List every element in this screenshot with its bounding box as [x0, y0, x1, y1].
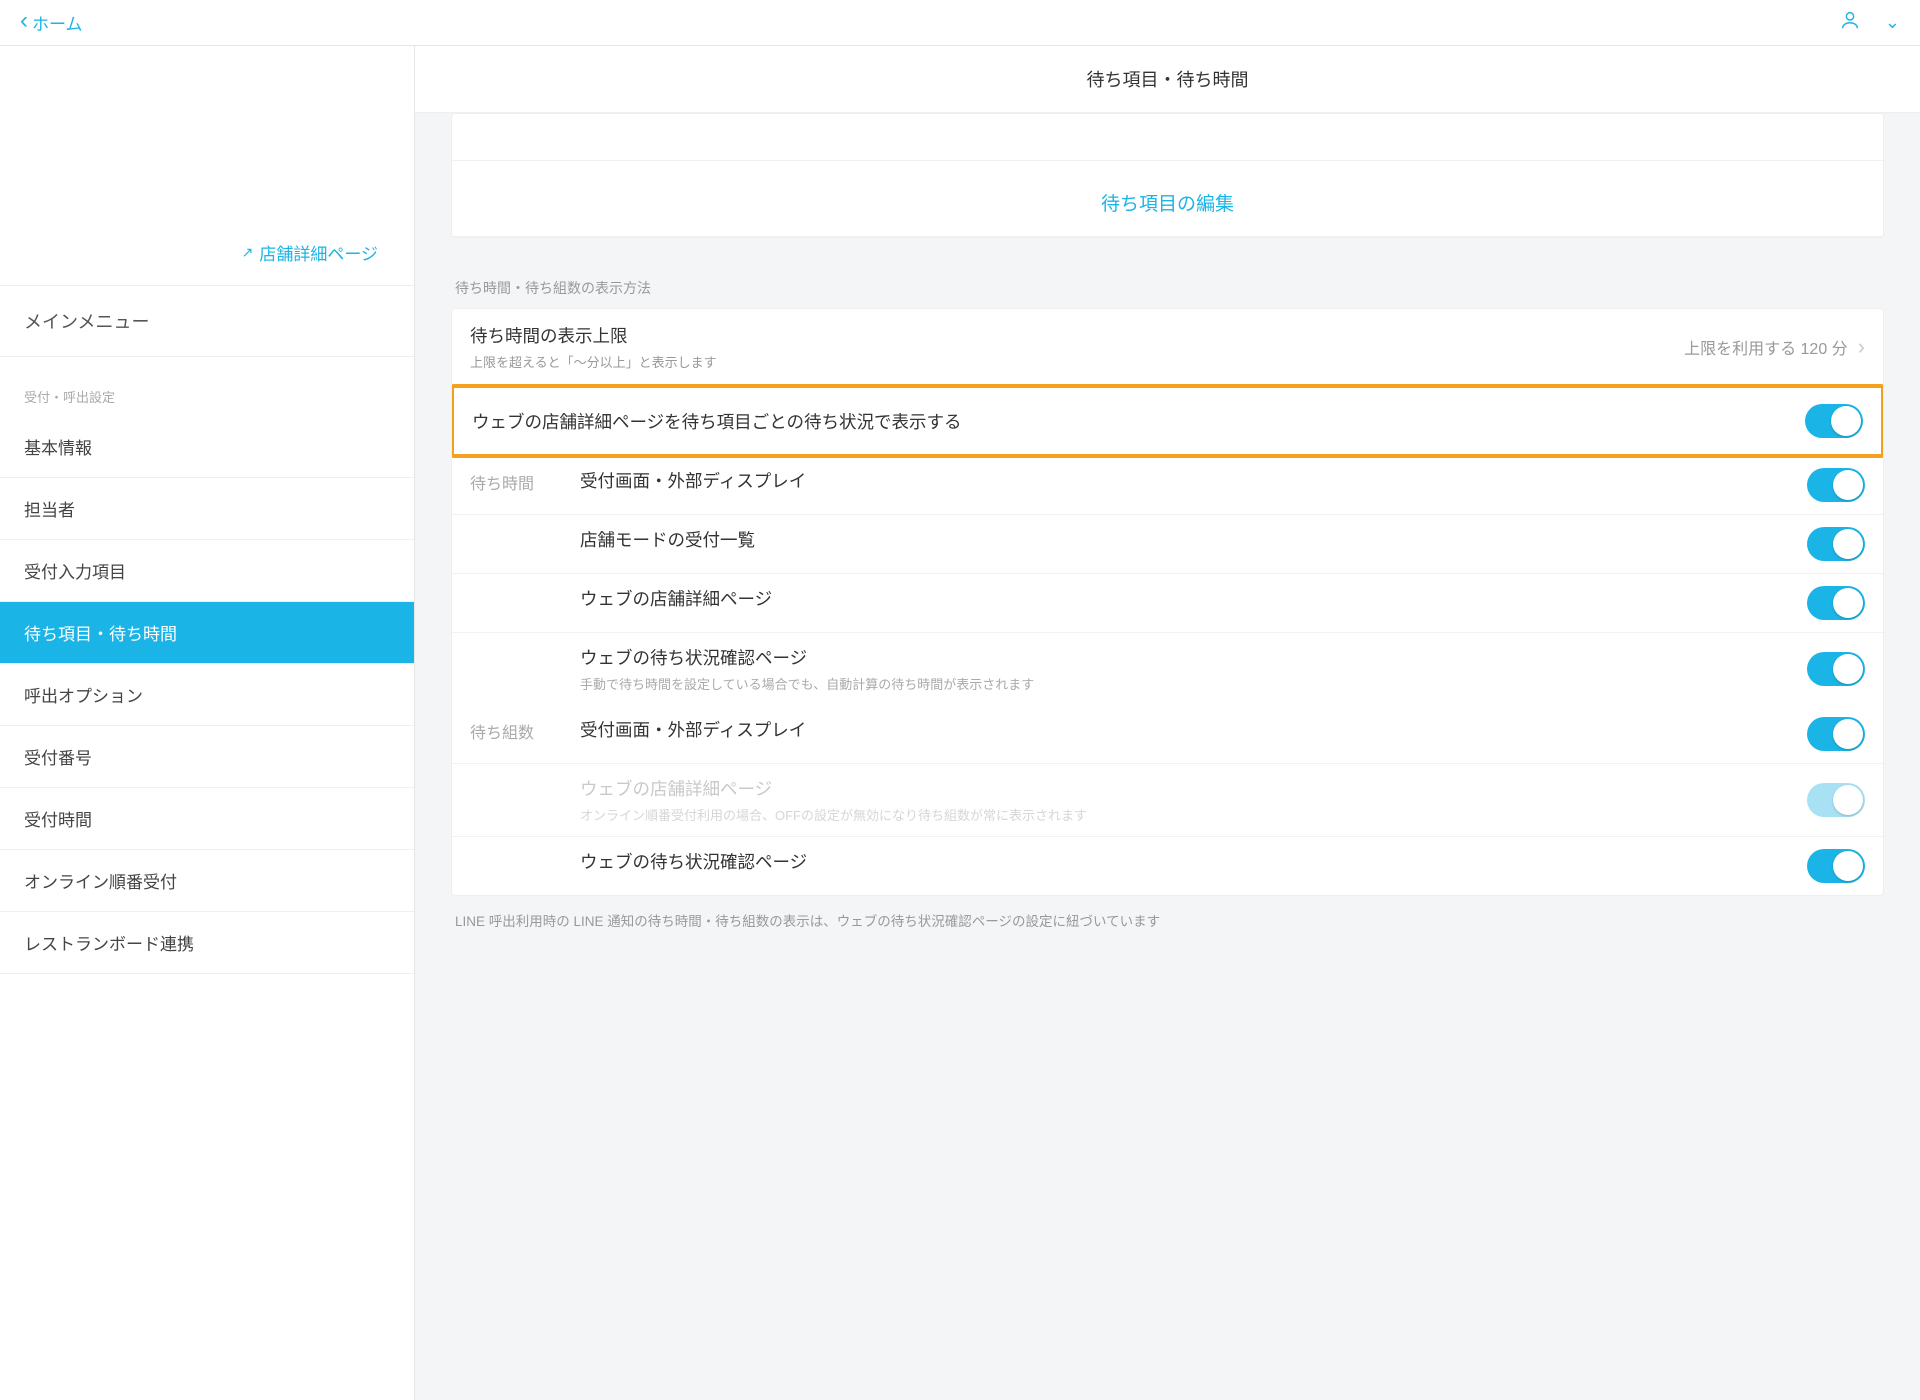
store-link-label: 店舗詳細ページ — [259, 240, 378, 265]
external-link-icon: ↗ — [242, 244, 254, 261]
toggle-switch — [1807, 783, 1865, 817]
display-method-section-label: 待ち時間・待ち組数の表示方法 — [455, 278, 1880, 298]
sidebar-section-heading: 受付・呼出設定 — [0, 357, 414, 416]
show-per-item-status-label: ウェブの店舗詳細ページを待ち項目ごとの待ち状況で表示する — [472, 409, 1805, 434]
toggle-switch[interactable] — [1807, 468, 1865, 502]
setting-row: 待ち時間受付画面・外部ディスプレイ — [452, 456, 1883, 515]
sidebar-item[interactable]: 受付番号 — [0, 726, 414, 788]
wait-count-group-label — [470, 776, 580, 778]
user-icon[interactable] — [1839, 9, 1861, 36]
setting-label: ウェブの待ち状況確認ページ — [580, 849, 1807, 874]
wait-time-limit-label: 待ち時間の表示上限 — [470, 323, 1684, 348]
wait-time-limit-value: 上限を利用する 120 分 — [1684, 335, 1848, 359]
setting-row: ウェブの待ち状況確認ページ — [452, 837, 1883, 895]
wait-time-limit-sub: 上限を超えると「〜分以上」と表示します — [470, 352, 1684, 371]
toggle-switch[interactable] — [1807, 586, 1865, 620]
store-details-link[interactable]: ↗ 店舗詳細ページ — [242, 240, 378, 265]
setting-label: 受付画面・外部ディスプレイ — [580, 468, 1807, 493]
topbar: ‹ ホーム ⌄ — [0, 0, 1920, 46]
chevron-down-icon[interactable]: ⌄ — [1885, 12, 1900, 33]
back-label: ホーム — [32, 10, 83, 35]
wait-count-group-label — [470, 849, 580, 851]
sidebar-item[interactable]: オンライン順番受付 — [0, 850, 414, 912]
setting-row: 待ち組数受付画面・外部ディスプレイ — [452, 705, 1883, 764]
sidebar-item[interactable]: 担当者 — [0, 478, 414, 540]
chevron-left-icon: ‹ — [20, 9, 28, 33]
wait-count-group-label: 待ち組数 — [470, 717, 580, 743]
setting-label: 受付画面・外部ディスプレイ — [580, 717, 1807, 742]
sidebar-item[interactable]: 受付入力項目 — [0, 540, 414, 602]
sidebar-item[interactable]: 呼出オプション — [0, 664, 414, 726]
sidebar: ↗ 店舗詳細ページ メインメニュー 受付・呼出設定 基本情報担当者受付入力項目待… — [0, 46, 415, 1400]
toggle-switch[interactable] — [1807, 527, 1865, 561]
setting-row: ウェブの店舗詳細ページオンライン順番受付利用の場合、OFFの設定が無効になり待ち… — [452, 764, 1883, 837]
sidebar-item[interactable]: 基本情報 — [0, 416, 414, 478]
topbar-right: ⌄ — [1839, 9, 1900, 36]
edit-card: 待ち項目の編集 — [451, 113, 1884, 238]
wait-time-group-label: 待ち時間 — [470, 468, 580, 494]
sidebar-item[interactable]: 待ち項目・待ち時間 — [0, 602, 414, 664]
chevron-right-icon: › — [1858, 334, 1865, 360]
setting-sub: オンライン順番受付利用の場合、OFFの設定が無効になり待ち組数が常に表示されます — [580, 805, 1807, 824]
main-pane: 待ち項目・待ち時間 待ち項目の編集 待ち時間・待ち組数の表示方法 待ち時間の表示… — [415, 46, 1920, 1400]
show-per-item-status-row: ウェブの店舗詳細ページを待ち項目ごとの待ち状況で表示する — [451, 384, 1884, 458]
toggle-switch[interactable] — [1807, 652, 1865, 686]
setting-label: ウェブの店舗詳細ページ — [580, 776, 1807, 801]
toggle-switch[interactable] — [1807, 717, 1865, 751]
setting-sub: 手動で待ち時間を設定している場合でも、自動計算の待ち時間が表示されます — [580, 674, 1807, 693]
edit-wait-items-link[interactable]: 待ち項目の編集 — [452, 160, 1883, 237]
wait-time-group-label — [470, 645, 580, 647]
page-title: 待ち項目・待ち時間 — [415, 46, 1920, 113]
wait-time-group-label — [470, 586, 580, 588]
wait-time-limit-row[interactable]: 待ち時間の表示上限 上限を超えると「〜分以上」と表示します 上限を利用する 12… — [452, 309, 1883, 386]
line-footnote: LINE 呼出利用時の LINE 通知の待ち時間・待ち組数の表示は、ウェブの待ち… — [455, 910, 1880, 930]
sidebar-top: ↗ 店舗詳細ページ — [0, 46, 414, 286]
setting-row: 店舗モードの受付一覧 — [452, 515, 1883, 574]
main-scroll[interactable]: 待ち項目の編集 待ち時間・待ち組数の表示方法 待ち時間の表示上限 上限を超えると… — [415, 113, 1920, 1400]
wait-time-group-label — [470, 527, 580, 529]
toggle-show-per-item-status[interactable] — [1805, 404, 1863, 438]
settings-list: 待ち時間の表示上限 上限を超えると「〜分以上」と表示します 上限を利用する 12… — [451, 308, 1884, 896]
sidebar-item[interactable]: レストランボード連携 — [0, 912, 414, 974]
back-button[interactable]: ‹ ホーム — [20, 10, 83, 35]
toggle-switch[interactable] — [1807, 849, 1865, 883]
setting-row: ウェブの待ち状況確認ページ手動で待ち時間を設定している場合でも、自動計算の待ち時… — [452, 633, 1883, 705]
setting-row: ウェブの店舗詳細ページ — [452, 574, 1883, 633]
setting-label: ウェブの待ち状況確認ページ — [580, 645, 1807, 670]
setting-label: ウェブの店舗詳細ページ — [580, 586, 1807, 611]
setting-label: 店舗モードの受付一覧 — [580, 527, 1807, 552]
sidebar-main-heading[interactable]: メインメニュー — [0, 286, 414, 357]
sidebar-item[interactable]: 受付時間 — [0, 788, 414, 850]
